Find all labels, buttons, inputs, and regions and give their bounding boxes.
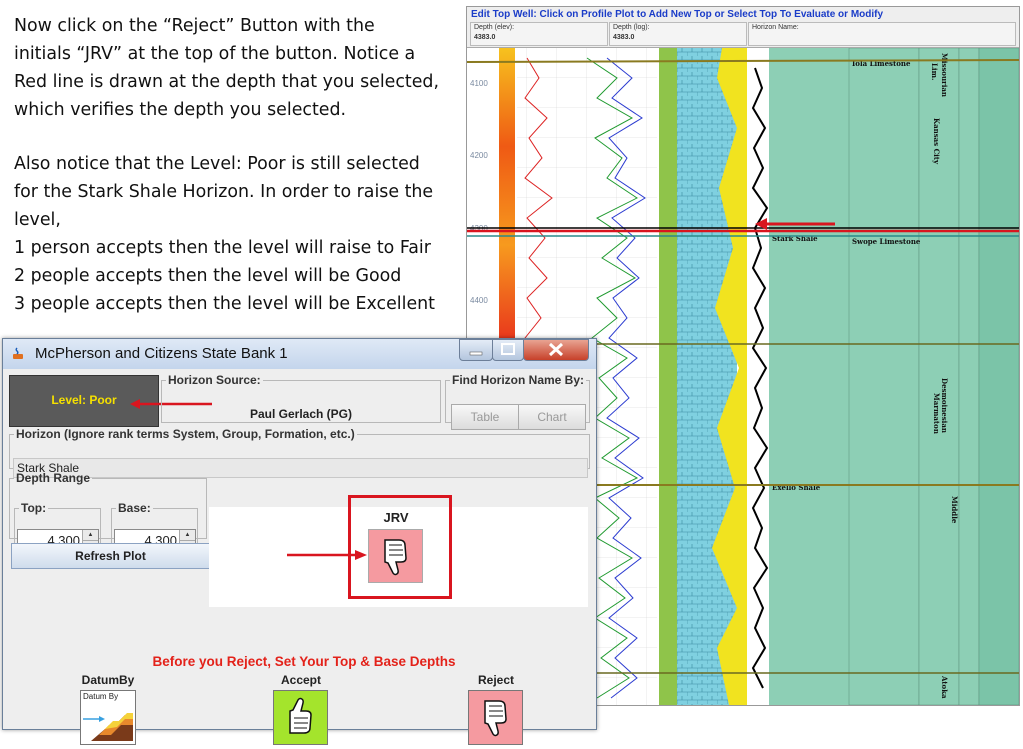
highlight-box [348,495,452,599]
reject-label: Reject [477,673,515,687]
stage-label: Atoka [940,675,949,699]
top-legend: Top: [21,501,47,515]
refresh-plot-button[interactable]: Refresh Plot [11,543,210,569]
lithology-column [677,48,737,705]
horizon-source-group: Horizon Source: Paul Gerlach (PG) [161,373,441,423]
dialog-content: Level: Poor Horizon Source: Paul Gerlach… [9,373,590,745]
find-horizon-legend: Find Horizon Name By: [452,373,585,387]
java-app-icon [13,347,23,359]
close-button[interactable] [523,339,589,361]
stage-label: Marmaton [932,393,941,434]
formation-column [769,48,849,705]
instruction-line: Red line is drawn at the depth that you … [14,72,440,92]
stage-label: Middle [950,496,959,524]
plot-header: Edit Top Well: Click on Profile Plot to … [467,7,1019,48]
minimize-button[interactable] [459,339,493,361]
depth-log-value: 4383.0 [613,34,635,41]
instruction-line: which verifies the depth you selected. [14,100,347,120]
maximize-button[interactable] [492,339,524,361]
horizon-source-legend: Horizon Source: [168,373,261,387]
depth-tick: 4200 [470,151,488,160]
depth-elev-field: Depth (elev): 4383.0 [470,22,608,46]
spin-up-icon[interactable]: ▲ [180,530,195,541]
minimize-icon [469,351,483,356]
pointer-arrow [287,550,367,560]
depth-tick: 4400 [470,296,488,305]
instruction-line: for the Stark Shale Horizon. In order to… [14,182,434,202]
instruction-line: 3 people accepts then the level will be … [14,294,435,314]
horizon-name-label: Horizon Name: [752,24,799,31]
stage-label: Lim. [930,63,939,80]
depth-elev-label: Depth (elev): [474,24,515,31]
depth-elev-value: 4383.0 [474,34,496,41]
top-depth-group: Top: 4,300 ▲ ▼ [14,501,101,553]
dialog-titlebar[interactable]: McPherson and Citizens State Bank 1 [3,339,596,369]
facies-column [659,48,677,705]
instruction-line: level, [14,210,61,230]
top-label: Swope Limestone [852,237,921,246]
thumbs-up-icon [289,697,312,734]
maximize-icon [501,343,515,355]
dialog-title: McPherson and Citizens State Bank 1 [35,345,288,362]
datum-by-icon-text: Datum By [83,692,119,701]
stage-label: Kansas City [932,118,941,165]
horizon-source-value: Paul Gerlach (PG) [249,407,353,421]
horizon-dialog: McPherson and Citizens State Bank 1 Leve… [2,338,597,745]
close-icon [548,342,564,357]
instruction-line: initials “JRV” at the top of the button.… [14,44,416,64]
depth-log-field: Depth (log): 4383.0 [609,22,747,46]
instruction-line: 1 person accepts then the level will rai… [14,238,431,258]
depth-log-label: Depth (log): [613,24,650,31]
reject-button[interactable] [468,690,523,745]
accept-label: Accept [280,673,321,687]
datum-by-label: DatumBy [81,673,135,687]
accept-button[interactable] [273,690,328,745]
depth-range-group: Depth Range Top: 4,300 ▲ ▼ Base: 4,300 ▲ [9,471,207,553]
find-horizon-group: Find Horizon Name By: Table Chart [445,373,590,430]
level-indicator: Level: Poor [9,375,212,427]
instruction-line: Also notice that the Level: Poor is stil… [14,154,420,174]
instruction-text: Now click on the “Reject” Button with th… [14,12,466,318]
horizon-legend: Horizon (Ignore rank terms System, Group… [16,427,355,441]
plot-title: Edit Top Well: Click on Profile Plot to … [471,9,884,20]
horizon-group: Horizon (Ignore rank terms System, Group… [9,427,590,478]
spin-up-icon[interactable]: ▲ [83,530,98,541]
thumbs-down-icon [484,700,507,737]
depth-range-legend: Depth Range [16,471,91,485]
datum-by-button[interactable]: Datum By [80,690,136,745]
base-legend: Base: [118,501,151,515]
warning-message: Before you Reject, Set Your Top & Base D… [152,654,456,669]
horizon-name-field: Horizon Name: [748,22,1016,46]
base-depth-group: Base: 4,300 ▲ ▼ [111,501,198,553]
depth-tick: 4100 [470,79,488,88]
instruction-line: Now click on the “Reject” Button with th… [14,16,375,36]
instruction-line: 2 people accepts then the level will be … [14,266,402,286]
